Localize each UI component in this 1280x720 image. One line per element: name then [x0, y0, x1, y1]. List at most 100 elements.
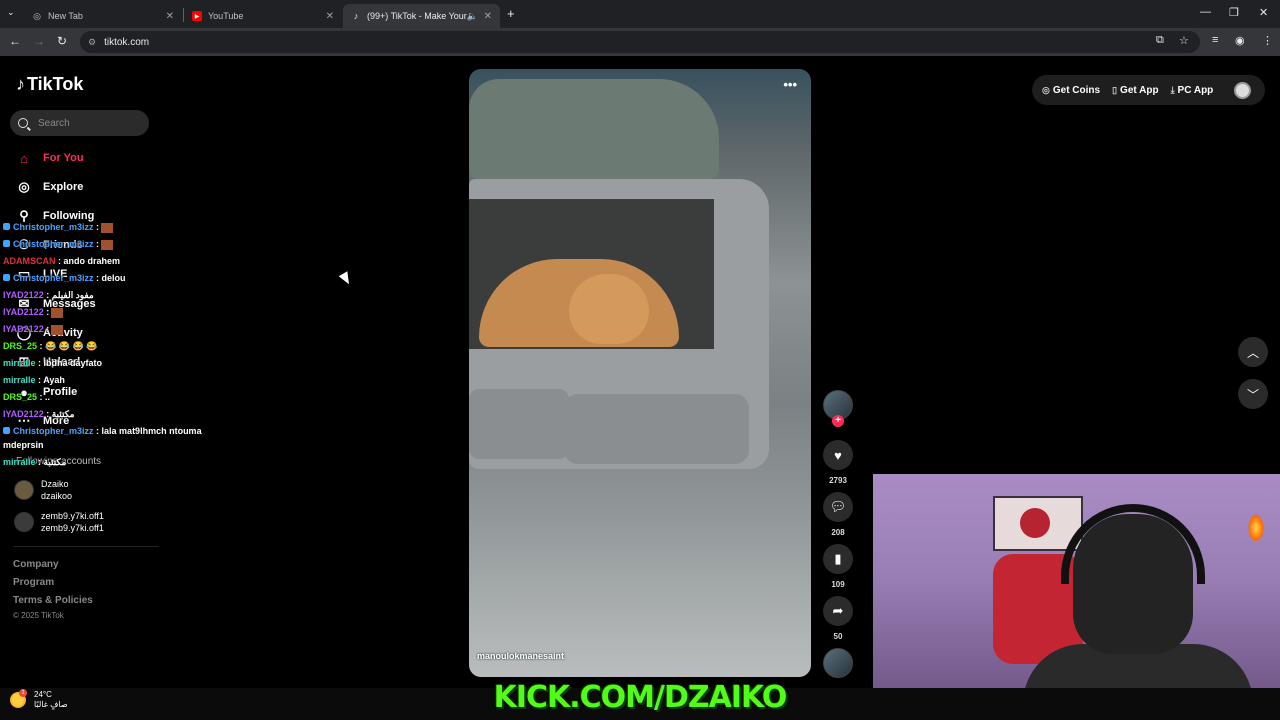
- tab-search-dropdown-icon[interactable]: ⌄: [7, 7, 15, 18]
- kebab-menu-icon[interactable]: ⋮: [1262, 34, 1273, 47]
- url-text: tiktok.com: [104, 36, 150, 48]
- chevron-up-icon: ︿: [1246, 345, 1259, 360]
- comment-count: 208: [831, 528, 845, 537]
- coin-icon: ◎: [1042, 84, 1050, 95]
- nav-more[interactable]: ⋯ More: [16, 411, 70, 431]
- restore-icon[interactable]: ❐: [1229, 6, 1239, 19]
- install-app-icon[interactable]: ⧉: [1156, 34, 1164, 47]
- window-close-icon[interactable]: ✕: [1259, 6, 1268, 19]
- user-avatar[interactable]: [1234, 82, 1251, 99]
- video-author[interactable]: manoulokmanesaint: [477, 651, 564, 661]
- phone-icon: ▯: [1112, 84, 1118, 95]
- close-icon[interactable]: ✕: [484, 11, 492, 22]
- follow-plus-icon[interactable]: +: [832, 415, 844, 427]
- nav-label: Following: [43, 210, 95, 222]
- notification-badge: 1: [19, 689, 27, 697]
- chevron-down-icon: ﹀: [1246, 387, 1259, 402]
- tiktok-logo[interactable]: ♪ TikTok: [16, 74, 83, 95]
- new-tab-icon[interactable]: +: [507, 6, 515, 21]
- tiktok-note-icon: ♪: [16, 74, 25, 94]
- pet-carrier-pocket: [564, 394, 749, 464]
- share-button[interactable]: ➦: [823, 596, 853, 626]
- download-icon: ⤓: [1170, 84, 1175, 95]
- footer-terms-link[interactable]: Terms & Policies: [13, 595, 93, 606]
- nav-label: Activity: [43, 327, 83, 339]
- globe-icon: ◎: [33, 10, 41, 21]
- following-accounts-header: Following accounts: [16, 456, 102, 467]
- like-count: 2793: [829, 476, 847, 485]
- save-count: 109: [831, 580, 845, 589]
- previous-video-button[interactable]: ︿: [1238, 337, 1268, 367]
- nav-for-you[interactable]: ⌂ For You: [16, 148, 83, 168]
- nav-upload[interactable]: ⊞ Upload: [16, 352, 81, 372]
- get-coins-button[interactable]: ◎ Get Coins: [1042, 85, 1100, 96]
- pc-app-button[interactable]: ⤓ PC App: [1171, 85, 1214, 96]
- footer-program-link[interactable]: Program: [13, 577, 54, 588]
- browser-tab-bar: ⌄ ◎ New Tab ✕ ▶ YouTube ✕ ♪ (99+) TikTok…: [0, 0, 1280, 28]
- profile-icon: ●: [20, 384, 28, 400]
- weather-widget[interactable]: 1 24°C صافٍ غالبًا: [10, 689, 68, 710]
- tab-title: (99+) TikTok - Make Your Day: [367, 11, 467, 21]
- comment-icon: 💬︎: [829, 499, 847, 514]
- next-video-button[interactable]: ﹀: [1238, 379, 1268, 409]
- close-icon[interactable]: ✕: [166, 11, 174, 22]
- avatar: [14, 480, 34, 500]
- address-bar[interactable]: ⚙ tiktok.com: [80, 31, 1200, 53]
- reload-icon[interactable]: ↻: [57, 34, 67, 48]
- button-label: Get Coins: [1052, 84, 1101, 96]
- share-icon: ➦: [832, 603, 844, 618]
- minimize-icon[interactable]: —: [1200, 6, 1211, 18]
- footer-company-link[interactable]: Company: [13, 559, 59, 570]
- site-info-icon[interactable]: ⚙: [88, 37, 96, 48]
- tab-youtube[interactable]: ▶ YouTube ✕: [184, 4, 342, 28]
- music-disc-avatar[interactable]: [823, 648, 853, 678]
- speaker-icon[interactable]: 🔈: [467, 11, 478, 22]
- nav-activity[interactable]: ◯ Activity: [16, 323, 83, 343]
- search-input[interactable]: Search: [10, 110, 149, 136]
- like-button[interactable]: ♥: [823, 440, 853, 470]
- tab-new-tab[interactable]: ◎ New Tab ✕: [24, 4, 182, 28]
- comment-button[interactable]: 💬︎: [823, 492, 853, 522]
- weather-desc: صافٍ غالبًا: [34, 700, 68, 709]
- browser-toolbar: ← → ↻ ⚙ tiktok.com ⧉ ☆ ≡ ◉ ⋮: [0, 28, 1280, 56]
- button-label: Get App: [1120, 84, 1159, 96]
- tiktok-icon: ♪: [353, 11, 359, 21]
- profile-icon[interactable]: ◉: [1235, 34, 1245, 47]
- nav-messages[interactable]: ✉ Messages: [16, 294, 96, 314]
- get-app-button[interactable]: ▯ Get App: [1112, 85, 1158, 96]
- media-control-icon[interactable]: ≡: [1212, 34, 1218, 46]
- nav-live[interactable]: ▭ LIVE: [16, 264, 68, 284]
- account-zemb9[interactable]: zemb9.y7ki.off1 zemb9.y7ki.off1: [14, 510, 104, 534]
- close-icon[interactable]: ✕: [326, 11, 334, 22]
- avatar: [14, 512, 34, 532]
- forward-icon[interactable]: →: [33, 34, 45, 48]
- bookmark-icon: ▮: [834, 551, 842, 566]
- nav-explore[interactable]: ◎ Explore: [16, 177, 83, 197]
- share-count: 50: [833, 632, 843, 641]
- sun-icon: 1: [10, 689, 27, 708]
- compass-icon: ◎: [18, 179, 30, 194]
- nav-label: Friends: [43, 239, 83, 251]
- video-more-menu[interactable]: •••: [783, 77, 797, 92]
- live-icon: ▭: [17, 266, 31, 281]
- save-button[interactable]: ▮: [823, 544, 853, 574]
- cat-head: [569, 274, 649, 344]
- nav-friends[interactable]: ⚇ Friends: [16, 235, 83, 255]
- nav-label: Upload: [43, 356, 81, 368]
- video-player[interactable]: ••• manoulokmanesaint: [469, 69, 811, 677]
- search-placeholder: Search: [38, 117, 70, 129]
- tab-title: New Tab: [48, 11, 83, 21]
- nav-profile[interactable]: ● Profile: [16, 382, 77, 402]
- back-icon[interactable]: ←: [9, 34, 21, 48]
- heart-icon: ♥: [834, 447, 842, 463]
- account-dzaiko[interactable]: Dzaiko dzaikoo: [14, 478, 72, 502]
- nav-following[interactable]: ⚲ Following: [16, 206, 94, 226]
- home-icon: ⌂: [20, 150, 28, 166]
- account-handle: zemb9.y7ki.off1: [41, 523, 104, 533]
- tab-tiktok[interactable]: ♪ (99+) TikTok - Make Your Day 🔈 ✕: [343, 4, 500, 28]
- nav-label: LIVE: [43, 268, 68, 280]
- kick-channel-banner: KICK.COM/DZAIKO: [493, 679, 788, 715]
- account-display-name: Dzaiko: [41, 479, 69, 489]
- bookmark-star-icon[interactable]: ☆: [1179, 34, 1189, 47]
- search-icon: [18, 118, 28, 128]
